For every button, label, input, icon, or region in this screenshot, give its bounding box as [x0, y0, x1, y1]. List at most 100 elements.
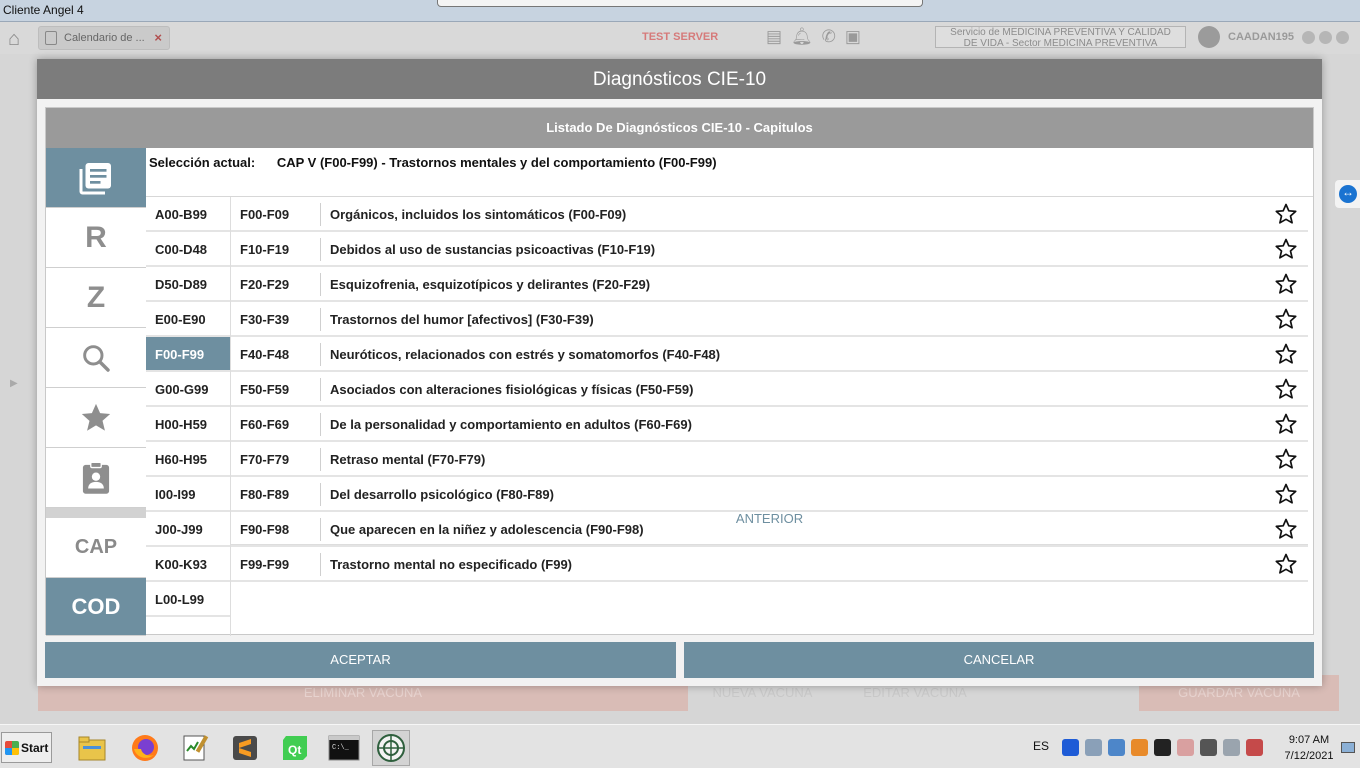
side-btn-r[interactable]: R	[46, 208, 146, 268]
clock[interactable]: 9:07 AM 7/12/2021	[1280, 732, 1338, 764]
chapter-range-item[interactable]: J00-J99	[146, 512, 230, 547]
chapter-range-item[interactable]: D50-D89	[146, 267, 230, 302]
command-prompt-icon[interactable]: C:\_	[325, 730, 363, 766]
update-icon[interactable]	[1108, 739, 1125, 756]
chapter-range-item[interactable]: H60-H95	[146, 442, 230, 477]
close-button[interactable]	[1336, 31, 1349, 44]
start-button[interactable]: Start	[1, 732, 52, 763]
divider	[320, 273, 321, 296]
qt-creator-icon[interactable]: Qt	[276, 730, 314, 766]
avatar[interactable]	[1198, 26, 1220, 48]
sublime-text-icon[interactable]	[226, 730, 264, 766]
star-icon	[81, 403, 111, 431]
subgroup-description: Neuróticos, relacionados con estrés y so…	[330, 347, 721, 362]
sublime-tray-icon[interactable]	[1131, 739, 1148, 756]
side-btn-search[interactable]	[46, 328, 146, 388]
subgroup-row[interactable]: F10-F19 Debidos al uso de sustancias psic…	[231, 232, 1308, 267]
side-btn-z[interactable]: Z	[46, 268, 146, 328]
svg-text:Qt: Qt	[288, 743, 301, 757]
subgroup-row[interactable]: F30-F39 Trastornos del humor [afectivos] …	[231, 302, 1308, 337]
subgroup-row[interactable]: F60-F69 De la personalidad y comportamien…	[231, 407, 1308, 442]
favorite-star-icon[interactable]	[1274, 307, 1298, 331]
show-desktop-icon[interactable]	[1341, 742, 1355, 753]
chevron-right-icon[interactable]: ▶	[10, 378, 18, 389]
chapter-range-item[interactable]: I00-I99	[146, 477, 230, 512]
selection-label: Selección actual:	[149, 155, 256, 170]
chapter-range-item[interactable]: F00-F99	[146, 337, 230, 372]
side-btn-patient[interactable]	[46, 448, 146, 508]
favorite-star-icon[interactable]	[1274, 237, 1298, 261]
teamviewer-icon[interactable]	[1335, 180, 1360, 208]
bell-icon[interactable]: 🔔︎	[791, 27, 813, 47]
tab-label: Calendario de ...	[64, 32, 145, 44]
divider	[231, 544, 1308, 545]
chapter-range-item[interactable]: A00-B99	[146, 197, 230, 232]
malwarebytes-icon[interactable]	[1062, 739, 1079, 756]
subgroup-code: F99-F99	[240, 557, 290, 572]
cie10-dialog: Diagnósticos CIE-10 Listado De Diagnósti…	[37, 59, 1322, 686]
security-warning-icon[interactable]	[1177, 739, 1194, 756]
side-btn-listado[interactable]	[46, 148, 146, 208]
lock-icon[interactable]: ▣	[845, 27, 861, 47]
chapter-range-item[interactable]: C00-D48	[146, 232, 230, 267]
cancelar-button[interactable]: CANCELAR	[684, 642, 1314, 678]
file-explorer-icon[interactable]	[73, 730, 111, 766]
book-icon[interactable]: ▤	[766, 27, 782, 47]
subgroup-row[interactable]: F99-F99 Trastorno mental no especificado …	[231, 547, 1308, 582]
anterior-button[interactable]: ANTERIOR	[231, 494, 1308, 544]
subgroup-row[interactable]: F20-F29 Esquizofrenia, esquizotípicos y d…	[231, 267, 1308, 302]
subgroup-code: F10-F19	[240, 242, 290, 257]
subgroup-description: Orgánicos, incluidos los sintomáticos (F…	[330, 207, 627, 222]
favorite-star-icon[interactable]	[1274, 447, 1298, 471]
firefox-icon[interactable]	[126, 730, 164, 766]
start-label: Start	[21, 740, 49, 755]
favorite-star-icon[interactable]	[1274, 202, 1298, 226]
chapter-range-item[interactable]: K00-K93	[146, 547, 230, 582]
minimize-button[interactable]	[1302, 31, 1315, 44]
volume-icon[interactable]	[1246, 739, 1263, 756]
close-tab-icon[interactable]: ×	[154, 30, 162, 45]
divider	[320, 413, 321, 436]
divider	[320, 378, 321, 401]
side-btn-cod[interactable]: COD	[46, 578, 146, 636]
service-line-2: DE VIDA - Sector MEDICINA PREVENTIVA	[963, 38, 1158, 49]
display-icon[interactable]	[1223, 739, 1240, 756]
divider	[320, 553, 321, 576]
subgroup-row[interactable]: F70-F79 Retraso mental (F70-F79)	[231, 442, 1308, 477]
side-btn-favorites[interactable]	[46, 388, 146, 448]
side-btn-cap[interactable]: CAP	[46, 518, 146, 578]
aceptar-button[interactable]: ACEPTAR	[45, 642, 676, 678]
chapter-range-item[interactable]: G00-G99	[146, 372, 230, 407]
home-icon[interactable]: ⌂	[8, 28, 20, 51]
subgroup-row[interactable]: F40-F48 Neuróticos, relacionados con estr…	[231, 337, 1308, 372]
maximize-button[interactable]	[1319, 31, 1332, 44]
client-app-icon[interactable]	[372, 730, 410, 766]
service-selector[interactable]: Servicio de MEDICINA PREVENTIVA Y CALIDA…	[935, 26, 1186, 49]
chapter-range-item[interactable]: E00-E90	[146, 302, 230, 337]
network-icon[interactable]	[1085, 739, 1102, 756]
dialog-title: Diagnósticos CIE-10	[37, 59, 1322, 99]
notepad-icon[interactable]	[176, 730, 214, 766]
subgroup-description: Trastornos del humor [afectivos] (F30-F3…	[330, 312, 594, 327]
phone-icon[interactable]: ✆	[822, 27, 836, 47]
search-icon	[83, 344, 110, 372]
favorite-star-icon[interactable]	[1274, 342, 1298, 366]
favorite-star-icon[interactable]	[1274, 377, 1298, 401]
window-title: Cliente Angel 4	[3, 3, 84, 17]
usb-icon[interactable]	[1200, 739, 1217, 756]
favorite-star-icon[interactable]	[1274, 412, 1298, 436]
remote-toolbar-handle[interactable]	[437, 0, 923, 7]
subgroup-row[interactable]: F50-F59 Asociados con alteraciones fisiol…	[231, 372, 1308, 407]
side-btn-cod-label: COD	[71, 593, 121, 619]
subgroup-row[interactable]: F00-F09 Orgánicos, incluidos los sintomát…	[231, 197, 1308, 232]
favorite-star-icon[interactable]	[1274, 552, 1298, 576]
clock-date: 7/12/2021	[1284, 750, 1334, 762]
tab-calendario[interactable]: Calendario de ... ×	[38, 26, 170, 50]
user-name: CAADAN195	[1228, 31, 1295, 43]
chapter-range-item[interactable]: L00-L99	[146, 582, 230, 617]
favorite-star-icon[interactable]	[1274, 272, 1298, 296]
panel-title: Listado De Diagnósticos CIE-10 - Capitul…	[46, 108, 1313, 148]
language-indicator[interactable]: ES	[1033, 739, 1049, 753]
pen-icon[interactable]	[1154, 739, 1171, 756]
chapter-range-item[interactable]: H00-H59	[146, 407, 230, 442]
